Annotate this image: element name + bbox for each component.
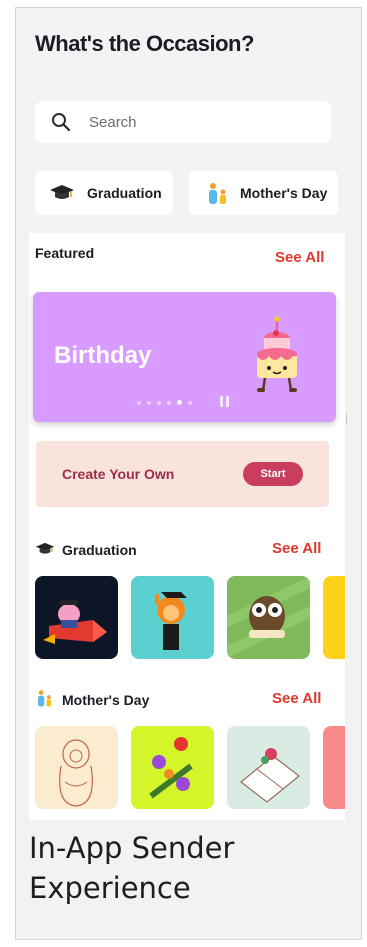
chip-mothers-day[interactable]: Mother's Day [189, 171, 338, 215]
owl-diploma-illustration [227, 576, 310, 658]
carousel-dot[interactable] [147, 400, 151, 405]
gift-box-illustration [240, 748, 300, 803]
graduation-see-all-link[interactable]: See All [272, 540, 321, 557]
app-screen: What's the Occasion? Search Graduation M… [29, 21, 345, 820]
card-partial-pink[interactable] [323, 726, 345, 809]
card-pig-rocket[interactable] [35, 576, 118, 659]
pig-rocket-illustration [43, 600, 107, 644]
carousel-dot[interactable] [188, 400, 192, 405]
card-gift-box[interactable] [227, 726, 310, 809]
nesting-doll-illustration [59, 739, 93, 807]
card-graduate-monkey[interactable] [131, 576, 214, 659]
mother-child-icon [209, 183, 226, 204]
carousel-dot[interactable] [137, 400, 141, 405]
create-your-own-card[interactable]: Create Your Own Start [36, 441, 329, 507]
section-title-mothers-day: Mother's Day [62, 692, 150, 708]
card-owl-diploma[interactable] [227, 576, 310, 659]
header-area: What's the Occasion? Search Graduation M… [29, 21, 345, 233]
card-nesting-doll[interactable] [35, 726, 118, 809]
mothers-day-see-all-link[interactable]: See All [272, 690, 321, 707]
flower-bouquet-illustration [149, 737, 193, 799]
search-input[interactable]: Search [89, 114, 137, 131]
carousel-dot-active[interactable] [177, 400, 182, 405]
featured-banner-birthday[interactable]: Birthday [33, 292, 336, 422]
birthday-cake-illustration [257, 316, 297, 392]
start-button[interactable]: Start [243, 462, 303, 486]
carousel-dots [137, 400, 192, 405]
create-your-own-label: Create Your Own [62, 466, 175, 482]
banner-title: Birthday [54, 342, 152, 369]
card-flower-bouquet[interactable] [131, 726, 214, 809]
chip-graduation[interactable]: Graduation [35, 171, 173, 215]
featured-see-all-link[interactable]: See All [275, 249, 324, 266]
scrollbar-tick [346, 414, 347, 424]
graduation-cap-icon [50, 185, 74, 199]
chip-label: Graduation [87, 185, 162, 201]
carousel-dot[interactable] [157, 400, 161, 405]
pause-icon[interactable] [220, 396, 229, 407]
featured-title: Featured [35, 245, 95, 261]
page-title: What's the Occasion? [35, 31, 254, 56]
carousel-dot[interactable] [167, 400, 171, 405]
search-icon [52, 113, 71, 132]
search-bar[interactable]: Search [35, 101, 331, 143]
caption-text: In-App Sender Experience [29, 831, 235, 905]
graduation-cap-icon [35, 542, 55, 554]
mother-child-icon [38, 690, 52, 707]
graduate-monkey-illustration [155, 592, 187, 650]
card-partial-yellow[interactable] [323, 576, 345, 659]
chip-label: Mother's Day [240, 185, 328, 201]
section-title-graduation: Graduation [62, 542, 137, 558]
